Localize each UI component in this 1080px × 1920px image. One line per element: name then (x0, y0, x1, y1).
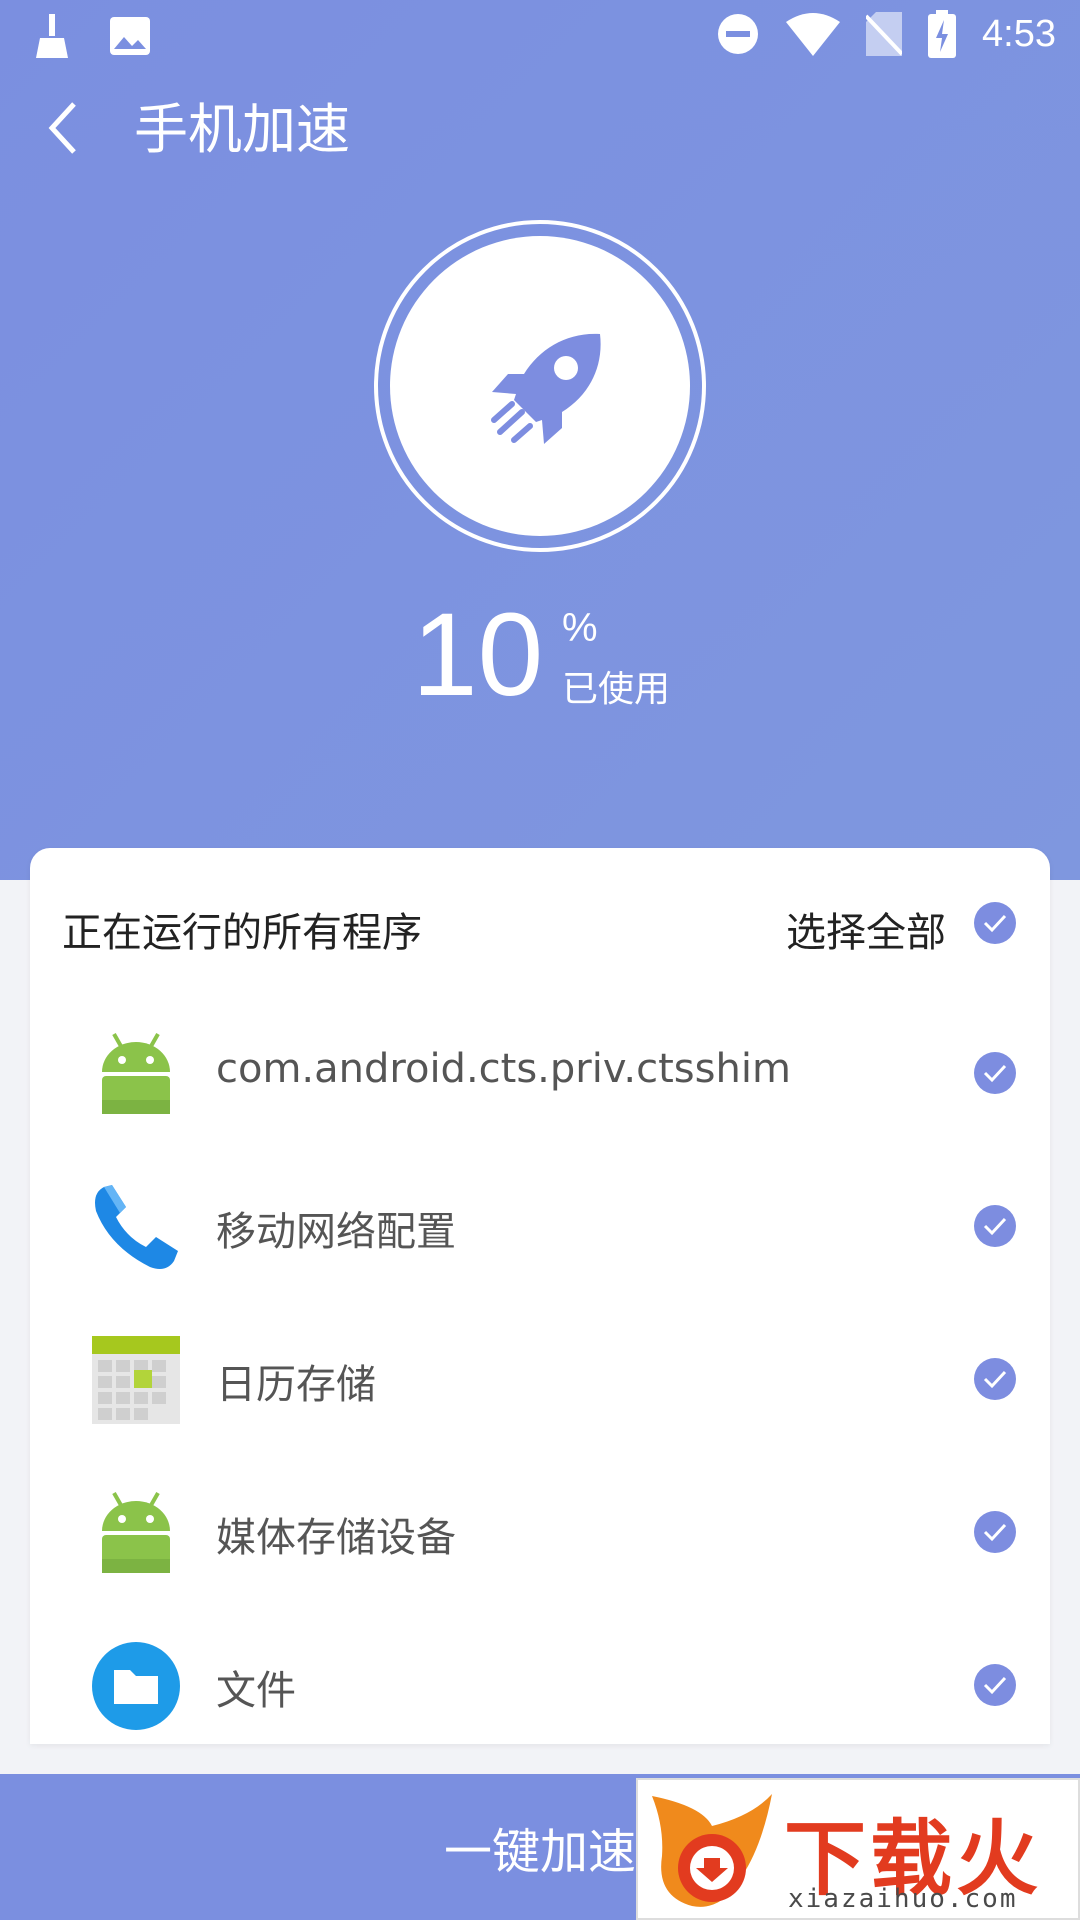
app-label: 日历存储 (216, 1362, 376, 1408)
app-list: com.android.cts.priv.ctsshim 移动网络配置 日历存储… (30, 998, 1050, 1763)
check-icon (983, 1676, 1007, 1695)
phone-icon (90, 1181, 182, 1273)
usage-unit: % (562, 606, 598, 650)
list-item[interactable]: 日历存储 (30, 1304, 1050, 1457)
wifi-icon (786, 12, 841, 56)
running-apps-card: 正在运行的所有程序 选择全部 com.android.cts.priv.ctss… (30, 848, 1050, 1744)
app-label: 文件 (216, 1668, 296, 1714)
card-header: 正在运行的所有程序 选择全部 (30, 848, 1050, 998)
app-checkbox[interactable] (974, 1511, 1016, 1553)
check-icon (983, 1064, 1007, 1083)
check-icon (983, 1523, 1007, 1542)
app-label: com.android.cts.priv.ctsshim (216, 1046, 791, 1092)
app-label: 移动网络配置 (216, 1209, 456, 1255)
list-item[interactable]: 媒体存储设备 (30, 1457, 1050, 1610)
broom-icon (36, 14, 68, 58)
card-title: 正在运行的所有程序 (62, 910, 422, 956)
check-icon (983, 1217, 1007, 1236)
list-item[interactable]: 文件 (30, 1610, 1050, 1763)
battery-charging-icon (928, 10, 957, 58)
flame-logo-icon (642, 1786, 782, 1920)
list-item[interactable]: 移动网络配置 (30, 1151, 1050, 1304)
android-icon (90, 1028, 182, 1120)
app-checkbox[interactable] (974, 1205, 1016, 1247)
app-label: 媒体存储设备 (216, 1515, 456, 1561)
status-bar: 4:53 (0, 0, 1080, 76)
gauge-core (390, 236, 690, 536)
app-checkbox[interactable] (974, 1664, 1016, 1706)
boost-button-label: 一键加速 (443, 1824, 636, 1880)
memory-gauge (374, 220, 706, 552)
folder-icon (90, 1640, 182, 1732)
app-checkbox[interactable] (974, 1358, 1016, 1400)
watermark-url: xiazaihuo.com (788, 1884, 1018, 1914)
usage-label: 已使用 (562, 669, 671, 710)
no-sim-icon (866, 12, 903, 56)
top-bar: 手机加速 (0, 88, 1080, 172)
chevron-left-icon (44, 100, 84, 160)
page-title: 手机加速 (134, 98, 350, 161)
rocket-icon (488, 328, 608, 452)
app-checkbox[interactable] (974, 1052, 1016, 1094)
back-button[interactable] (28, 94, 100, 166)
usage-readout: 10 % 已使用 (0, 589, 1080, 721)
watermark: 下载火 xiazaihuo.com (636, 1778, 1080, 1920)
image-icon (110, 17, 150, 55)
usage-value: 10 (412, 589, 544, 721)
list-item[interactable]: com.android.cts.priv.ctsshim (30, 998, 1050, 1151)
dnd-icon (716, 12, 760, 56)
check-icon (983, 1370, 1007, 1389)
check-icon (983, 914, 1007, 933)
calendar-icon (90, 1334, 182, 1426)
android-icon (90, 1487, 182, 1579)
status-time: 4:53 (982, 12, 1056, 55)
select-all-label[interactable]: 选择全部 (786, 900, 946, 958)
select-all-checkbox[interactable] (974, 902, 1016, 944)
